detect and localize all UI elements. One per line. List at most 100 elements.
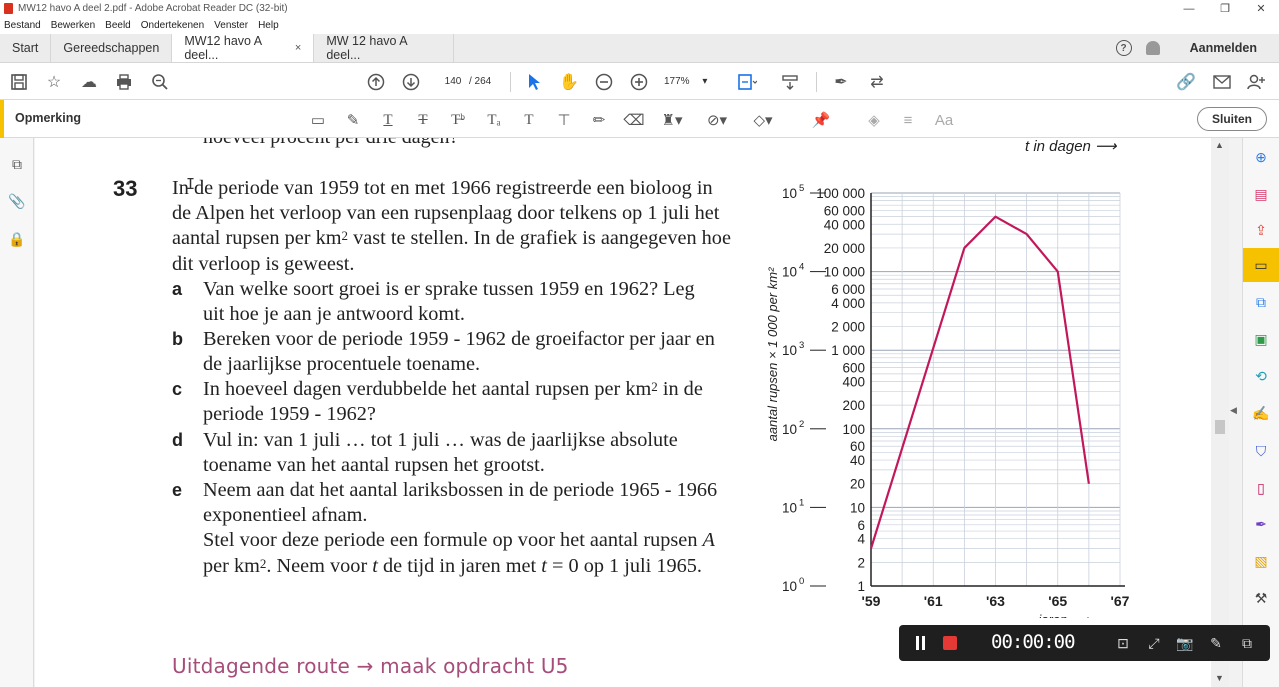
maximize-button[interactable]: ❐ [1207,0,1243,17]
mail-icon[interactable] [1212,72,1232,92]
link-icon[interactable]: 🔗 [1176,72,1196,92]
add-text-icon[interactable]: T [519,110,539,130]
subquestion-b: b Bereken voor de periode 1959 - 1962 de… [172,327,717,377]
menu-venster[interactable]: Venster [214,20,248,31]
fill-color-icon[interactable]: ◈ [864,110,884,130]
select-cursor-icon[interactable] [524,72,544,92]
comment-icon[interactable]: ▭ [1251,255,1271,275]
fill-sign-icon[interactable]: ✍ [1251,403,1271,423]
combine-files-icon[interactable]: ⧉ [1251,292,1271,312]
superscript: 2 [651,379,658,394]
scroll-up-icon[interactable]: ▲ [1215,140,1224,150]
print-icon[interactable] [114,72,134,92]
power-label: 10 [782,500,797,515]
scroll-down-icon[interactable]: ▼ [1215,673,1224,683]
compress-icon[interactable]: ▣ [1251,329,1271,349]
pencil-icon[interactable]: ✏ [589,110,609,130]
chevron-down-icon: ▾ [702,76,708,87]
scan-icon[interactable]: ⟲ [1251,366,1271,386]
strikethrough-icon[interactable]: T [413,110,433,130]
y-tick-label: 40 [850,453,865,468]
document-page: hoeveel procent per drie dagen? t in dag… [35,138,1211,687]
replace-text-icon[interactable]: T̶ᵇ [448,110,468,130]
menu-beeld[interactable]: Beeld [105,20,131,31]
prev-page-icon[interactable] [366,72,386,92]
organize-pages-icon[interactable]: ▤ [1251,184,1271,204]
paperclip-icon[interactable]: 📎 [8,192,26,210]
pin-icon[interactable]: 📌 [811,110,831,130]
highlight-icon[interactable]: ✎ [343,110,363,130]
text-box-icon[interactable]: ⊤ [554,110,574,130]
vertical-scrollbar[interactable]: ▲ ▼ [1211,138,1229,687]
tab-start[interactable]: Start [0,34,52,62]
subquestion-letter: a [172,279,183,299]
font-size-icon[interactable]: Aa [934,110,954,130]
draw-pen-icon[interactable]: ✎ [1206,633,1226,653]
close-comment-button[interactable]: Sluiten [1197,107,1267,131]
screenshot-region-icon[interactable]: ⊡ [1113,633,1133,653]
header-right: ? Aanmelden [1115,34,1279,62]
bell-icon[interactable] [1145,41,1160,55]
send-review-icon[interactable]: ▧ [1251,551,1271,571]
scroll-mode-icon[interactable] [780,72,800,92]
minimize-button[interactable]: — [1171,0,1207,17]
pages-icon[interactable]: ⧉ [8,155,26,173]
sticky-note-icon[interactable]: ▭ [308,110,328,130]
menu-bewerken[interactable]: Bewerken [51,20,95,31]
minimize-recorder-icon[interactable]: ⧉ [1237,633,1257,653]
more-tools-icon[interactable]: ⚒ [1251,588,1271,608]
zoom-select[interactable]: 177% ▾ [664,73,714,91]
scroll-thumb[interactable] [1215,420,1225,434]
page-number-input[interactable]: 140 [438,73,468,91]
y-tick-label: 6 000 [831,282,865,297]
hand-icon[interactable]: ✋ [559,72,579,92]
eraser-icon[interactable]: ⌫ [623,110,644,130]
stop-record-icon[interactable] [943,636,957,650]
save-icon[interactable] [9,72,29,92]
pause-icon[interactable] [915,636,927,650]
power-exponent: 5 [799,183,804,194]
insert-text-icon[interactable]: Tₐ [484,110,504,130]
menu-ondertekenen[interactable]: Ondertekenen [141,20,204,31]
comment-toolbar: Opmerking ▭ ✎ T T T̶ᵇ Tₐ T ⊤ ✏ ⌫ ♜▾ ⊘▾ ◇… [0,100,1279,138]
star-icon[interactable]: ☆ [44,72,64,92]
power-label: 10 [782,422,797,437]
search-zoom-icon[interactable] [150,72,170,92]
camera-icon[interactable]: 📷 [1175,633,1195,653]
layers-lock-icon[interactable]: 🔒 [8,230,26,248]
menu-help[interactable]: Help [258,20,279,31]
export-pdf-icon[interactable]: ⇪ [1251,220,1271,240]
fullscreen-icon[interactable]: ⤢ [1144,633,1164,653]
collapse-right-icon[interactable]: ◀ [1230,405,1237,416]
add-user-icon[interactable] [1246,72,1266,92]
signin-button[interactable]: Aanmelden [1190,41,1257,55]
tab-tools[interactable]: Gereedschappen [51,34,173,62]
zoom-out-icon[interactable] [594,72,614,92]
fit-page-icon[interactable] [737,72,757,92]
stamp-icon[interactable]: ♜▾ [662,110,683,130]
close-window-button[interactable]: ✕ [1243,0,1279,17]
y-tick-label: 10 000 [824,265,865,280]
y-tick-label: 200 [842,398,865,413]
upload-cloud-icon[interactable]: ☁ [79,72,99,92]
attach-icon[interactable]: ⊘▾ [707,110,727,130]
request-signature-icon[interactable]: ✒ [1251,514,1271,534]
help-icon[interactable]: ? [1115,40,1132,56]
menu-bestand[interactable]: Bestand [4,20,41,31]
subquestion-c: c In hoeveel dagen verdubbelde het aanta… [172,377,732,427]
edit-pdf-icon[interactable]: ▯ [1251,478,1271,498]
share-file-icon[interactable]: ⇄ [867,72,887,92]
zoom-in-icon[interactable] [629,72,649,92]
shapes-icon[interactable]: ◇▾ [753,110,773,130]
protect-icon[interactable]: ⛉ [1251,441,1271,461]
line-weight-icon[interactable]: ≡ [898,110,918,130]
underline-text-icon[interactable]: T [378,110,398,130]
power-exponent: 3 [799,340,804,351]
next-page-icon[interactable] [401,72,421,92]
power-label: 10 [782,343,797,358]
tab-close-icon[interactable]: × [295,42,301,54]
tab-document-2[interactable]: MW 12 havo A deel... [314,34,455,62]
create-pdf-icon[interactable]: ⊕ [1251,147,1271,167]
sign-pen-icon[interactable]: ✒ [831,72,851,92]
tab-document-1[interactable]: MW12 havo A deel... × [172,34,315,62]
